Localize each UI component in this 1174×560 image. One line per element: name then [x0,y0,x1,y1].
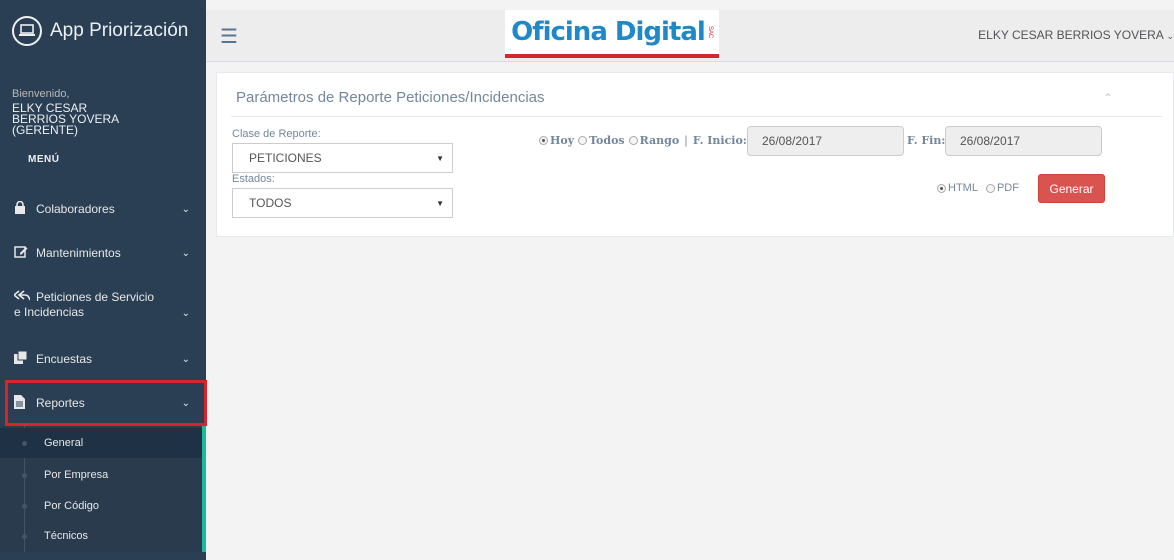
clase-select[interactable]: PETICIONES ▼ [232,143,453,173]
sidebar-item-label: Encuestas [36,352,93,366]
radio-label: PDF [996,182,1019,194]
submenu-active-bar [202,426,206,552]
sidebar-item-reportes[interactable]: Reportes ⌄ [5,380,207,426]
estados-label: Estados: [232,173,275,185]
radio-pdf[interactable] [985,183,995,193]
sidebar-item-label: Colaboradores [36,202,115,216]
f-fin-value: 26/08/2017 [960,134,1021,148]
radio-label: Hoy [550,134,575,147]
file-icon [14,394,36,412]
sidebar-item-mantenimientos[interactable]: Mantenimientos ⌄ [8,242,204,264]
radio-html[interactable] [937,183,946,193]
submenu-label: Técnicos [44,530,89,542]
menu-toggle-icon[interactable]: ☰ [220,24,238,49]
reportes-submenu: General Por Empresa Por Código Técnicos [0,426,206,552]
estados-select[interactable]: TODOS ▼ [232,188,453,218]
chevron-down-icon: ⌄ [181,353,190,365]
radio-label: Todos [589,134,625,147]
radio-rango[interactable] [628,136,638,145]
chevron-down-icon: ⌄ [181,308,190,319]
user-menu[interactable]: ELKY CESAR BERRIOS YOVERA ⌄ [978,28,1174,42]
submenu-label: Por Empresa [44,469,109,481]
chevron-down-icon: ⌄ [181,247,190,259]
f-inicio-value: 26/08/2017 [762,134,823,148]
caret-down-icon: ▼ [436,198,444,208]
chevron-down-icon: ⌄ [181,397,190,409]
sidebar-item-colaboradores[interactable]: Colaboradores ⌄ [8,198,204,220]
submenu-label: General [44,437,84,449]
user-name: ELKY CESAR BERRIOS YOVERA [978,28,1164,42]
clase-label: Clase de Reporte: [232,128,321,140]
bullet-icon [22,472,27,478]
sidebar-item-text: Peticiones de Servicio e Incidencias [12,290,164,320]
panel-title: Parámetros de Reporte Peticiones/Inciden… [236,89,545,106]
caret-down-icon: ▼ [436,153,444,163]
submenu-item-general[interactable]: General [0,428,202,458]
submenu-item-por-codigo[interactable]: Por Código [0,491,202,521]
app-title: App Priorización [50,20,189,41]
radio-hoy[interactable] [539,136,548,145]
f-fin-input[interactable]: 26/08/2017 [945,126,1102,156]
reply-all-icon [12,290,36,305]
company-logo: Oficina Digital SAC [505,10,719,58]
submenu-item-por-empresa[interactable]: Por Empresa [0,460,202,490]
collapse-icon[interactable]: ⌃ [1103,91,1113,105]
welcome-block: Bienvenido, ELKY CESAR BERRIOS YOVERA (G… [0,62,206,136]
chevron-down-icon: ⌄ [181,203,190,215]
clase-value: PETICIONES [249,151,322,165]
sidebar-item-label: Mantenimientos [36,246,121,260]
submenu-item-tecnicos[interactable]: Técnicos [0,521,202,551]
estados-value: TODOS [249,196,292,210]
radio-label: HTML [948,182,978,194]
f-fin-label: F. Fin: [907,134,946,147]
submenu-label: Por Código [44,500,100,512]
sidebar-item-encuestas[interactable]: Encuestas ⌄ [8,348,204,370]
f-inicio-label: F. Inicio: [692,134,747,147]
clone-icon [14,350,36,367]
format-radio-group: HTML PDF [933,182,1019,194]
sidebar-item-label: Reportes [36,396,85,410]
chevron-down-icon: ⌄ [1166,31,1174,41]
f-inicio-input[interactable]: 26/08/2017 [747,126,904,156]
generate-button[interactable]: Generar [1038,174,1105,203]
bullet-icon [22,533,27,539]
welcome-user: ELKY CESAR BERRIOS YOVERA (GERENTE) [12,101,119,137]
top-navbar: ☰ Oficina Digital SAC ELKY CESAR BERRIOS… [206,10,1174,62]
sidebar: App Priorización Bienvenido, ELKY CESAR … [0,0,207,560]
report-params-panel: Parámetros de Reporte Peticiones/Inciden… [216,72,1174,237]
logo-suffix: SAC [706,25,713,39]
edit-icon [14,245,36,261]
divider [231,116,1162,117]
bullet-icon [22,440,27,446]
logo-text: Oficina Digital [511,17,706,47]
brand[interactable]: App Priorización [0,0,206,62]
bullet-icon [22,503,27,509]
radio-todos[interactable] [578,136,588,145]
lock-icon [14,200,36,217]
separator: | [684,134,688,147]
sidebar-item-peticiones[interactable]: Peticiones de Servicio e Incidencias ⌄ [8,290,204,324]
laptop-icon [12,16,42,46]
f-fin-label-wrap: F. Fin: [907,134,945,147]
radio-label: Rango [639,134,680,147]
menu-title: MENÚ [28,154,60,165]
welcome-label: Bienvenido, [12,88,70,100]
range-radio-group: Hoy Todos Rango | F. Inicio: [535,134,747,147]
